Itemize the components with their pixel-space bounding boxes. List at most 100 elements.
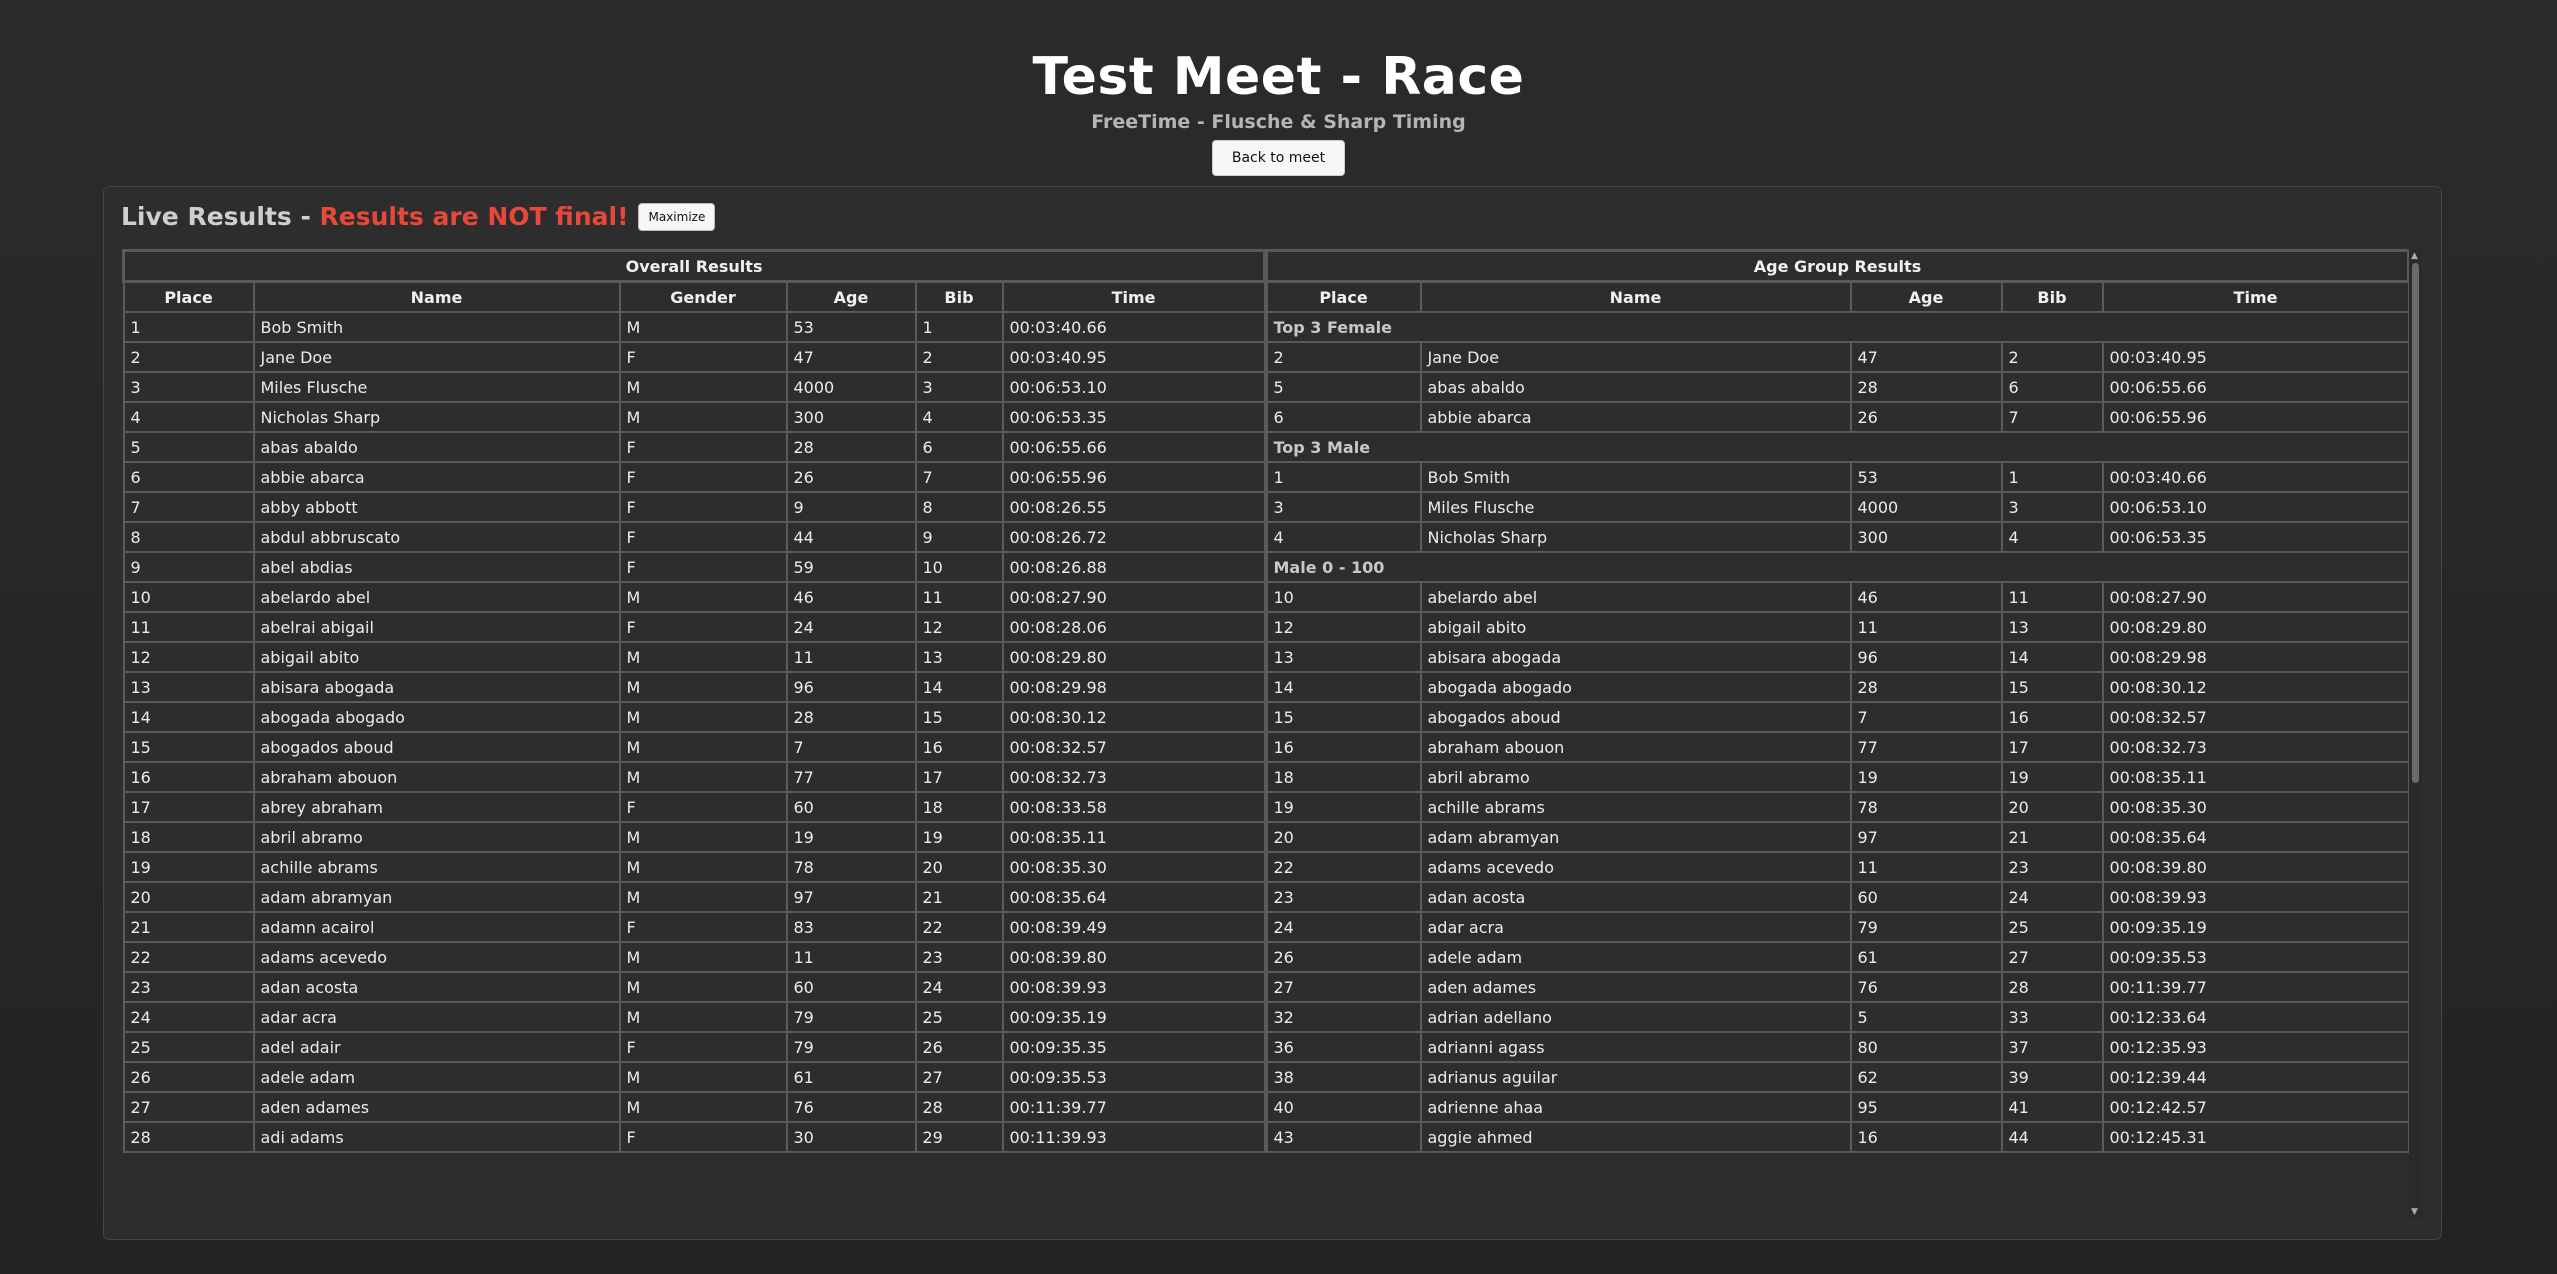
overall-cell: 16: [122, 761, 255, 793]
age-group-cell: 00:06:55.66: [2101, 371, 2410, 403]
age-group-cell: 00:06:53.35: [2101, 521, 2410, 553]
overall-result-row: 17 abrey abraham F 60 18 00:08:33.58: [122, 791, 1266, 823]
page-header: Test Meet - Race FreeTime - Flusche & Sh…: [0, 0, 2557, 176]
overall-cell: 00:08:33.58: [1001, 791, 1266, 823]
overall-cell: 300: [785, 401, 917, 433]
age-group-cell: 20: [1265, 821, 1422, 853]
age-group-result-row: 18 abril abramo 19 19 00:08:35.11: [1265, 761, 2410, 793]
overall-cell: 28: [785, 431, 917, 463]
overall-cell: 21: [914, 881, 1004, 913]
age-group-cell: 26: [1849, 401, 2003, 433]
age-group-result-row: 19 achille abrams 78 20 00:08:35.30: [1265, 791, 2410, 823]
maximize-button[interactable]: Maximize: [638, 202, 716, 231]
age-group-cell: 43: [1265, 1121, 1422, 1153]
overall-cell: M: [618, 671, 788, 703]
panel-title: Live Results - Results are NOT final!: [121, 202, 628, 231]
overall-cell: F: [618, 911, 788, 943]
overall-cell: 15: [122, 731, 255, 763]
overall-cell: adele adam: [252, 1061, 621, 1093]
age-group-result-row: 38 adrianus aguilar 62 39 00:12:39.44: [1265, 1061, 2410, 1093]
overall-cell: 00:08:30.12: [1001, 701, 1266, 733]
overall-cell: M: [618, 641, 788, 673]
age-group-cell: 2: [2000, 341, 2104, 373]
age-group-result-row: 3 Miles Flusche 4000 3 00:06:53.10: [1265, 491, 2410, 523]
overall-cell: adam abramyan: [252, 881, 621, 913]
overall-cell: abrey abraham: [252, 791, 621, 823]
age-group-cell: 00:08:39.80: [2101, 851, 2410, 883]
overall-cell: 26: [914, 1031, 1004, 1063]
overall-result-row: 2 Jane Doe F 47 2 00:03:40.95: [122, 341, 1266, 373]
age-group-cell: 3: [1265, 491, 1422, 523]
overall-cell: 79: [785, 1001, 917, 1033]
age-group-cell: 17: [2000, 731, 2104, 763]
overall-cell: 00:08:27.90: [1001, 581, 1266, 613]
overall-cell: 00:09:35.53: [1001, 1061, 1266, 1093]
overall-cell: 7: [914, 461, 1004, 493]
overall-cell: 9: [914, 521, 1004, 553]
results-scroll-area[interactable]: Overall Results Place Name Gender Age Bib Tim…: [122, 249, 2422, 1219]
age-group-cell: 00:12:45.31: [2101, 1121, 2410, 1153]
overall-cell: 13: [122, 671, 255, 703]
overall-cell: 11: [914, 581, 1004, 613]
overall-cell: 00:11:39.93: [1001, 1121, 1266, 1153]
overall-cell: 7: [785, 731, 917, 763]
age-group-cell: 00:03:40.66: [2101, 461, 2410, 493]
overall-cell: M: [618, 311, 788, 343]
age-group-heading-row: Top 3 Female: [1265, 311, 2410, 343]
overall-cell: 47: [785, 341, 917, 373]
age-group-result-row: 15 abogados aboud 7 16 00:08:32.57: [1265, 701, 2410, 733]
age-group-cell: 27: [2000, 941, 2104, 973]
overall-cell: 96: [785, 671, 917, 703]
age-group-cell: 300: [1849, 521, 2003, 553]
age-group-cell: 21: [2000, 821, 2104, 853]
age-group-column-header: Time: [2101, 280, 2410, 313]
overall-cell: abbie abarca: [252, 461, 621, 493]
age-group-result-row: 40 adrienne ahaa 95 41 00:12:42.57: [1265, 1091, 2410, 1123]
age-group-cell: 22: [1265, 851, 1422, 883]
age-group-cell: aggie ahmed: [1419, 1121, 1852, 1153]
overall-cell: M: [618, 731, 788, 763]
scroll-down-arrow-icon[interactable]: ▼: [2411, 1207, 2418, 1217]
overall-cell: 23: [914, 941, 1004, 973]
age-group-result-row: 2 Jane Doe 47 2 00:03:40.95: [1265, 341, 2410, 373]
age-group-cell: 24: [2000, 881, 2104, 913]
overall-cell: 3: [914, 371, 1004, 403]
overall-result-row: 1 Bob Smith M 53 1 00:03:40.66: [122, 311, 1266, 343]
overall-cell: 24: [914, 971, 1004, 1003]
age-group-cell: adar acra: [1419, 911, 1852, 943]
age-group-cell: 25: [2000, 911, 2104, 943]
age-group-result-row: 24 adar acra 79 25 00:09:35.19: [1265, 911, 2410, 943]
overall-cell: abdul abbruscato: [252, 521, 621, 553]
overall-cell: F: [618, 491, 788, 523]
age-group-cell: 00:09:35.19: [2101, 911, 2410, 943]
age-group-cell: abbie abarca: [1419, 401, 1852, 433]
age-group-results-caption: Age Group Results: [1264, 249, 2411, 283]
scroll-up-arrow-icon[interactable]: ▲: [2411, 251, 2418, 261]
overall-cell: 6: [914, 431, 1004, 463]
overall-cell: 14: [122, 701, 255, 733]
age-group-cell: 95: [1849, 1091, 2003, 1123]
age-group-cell: abril abramo: [1419, 761, 1852, 793]
overall-column-header: Bib: [914, 280, 1004, 313]
scrollbar-thumb[interactable]: [2412, 263, 2419, 783]
overall-result-row: 3 Miles Flusche M 4000 3 00:06:53.10: [122, 371, 1266, 403]
age-group-result-row: 16 abraham abouon 77 17 00:08:32.73: [1265, 731, 2410, 763]
overall-cell: 00:08:39.93: [1001, 971, 1266, 1003]
overall-result-row: 27 aden adames M 76 28 00:11:39.77: [122, 1091, 1266, 1123]
back-to-meet-button[interactable]: Back to meet: [1211, 140, 1346, 176]
age-group-cell: 28: [1849, 671, 2003, 703]
age-group-cell: 44: [2000, 1121, 2104, 1153]
overall-cell: 61: [785, 1061, 917, 1093]
age-group-cell: 00:12:39.44: [2101, 1061, 2410, 1093]
results-not-final-warning: Results are NOT final!: [319, 202, 629, 231]
age-group-result-row: 20 adam abramyan 97 21 00:08:35.64: [1265, 821, 2410, 853]
overall-result-row: 10 abelardo abel M 46 11 00:08:27.90: [122, 581, 1266, 613]
overall-cell: 00:11:39.77: [1001, 1091, 1266, 1123]
overall-cell: 11: [122, 611, 255, 643]
overall-cell: 9: [122, 551, 255, 583]
age-group-cell: 00:08:35.64: [2101, 821, 2410, 853]
vertical-scrollbar[interactable]: ▲ ▼: [2409, 249, 2422, 1219]
overall-result-row: 25 adel adair F 79 26 00:09:35.35: [122, 1031, 1266, 1063]
age-group-cell: 00:06:55.96: [2101, 401, 2410, 433]
overall-result-row: 16 abraham abouon M 77 17 00:08:32.73: [122, 761, 1266, 793]
